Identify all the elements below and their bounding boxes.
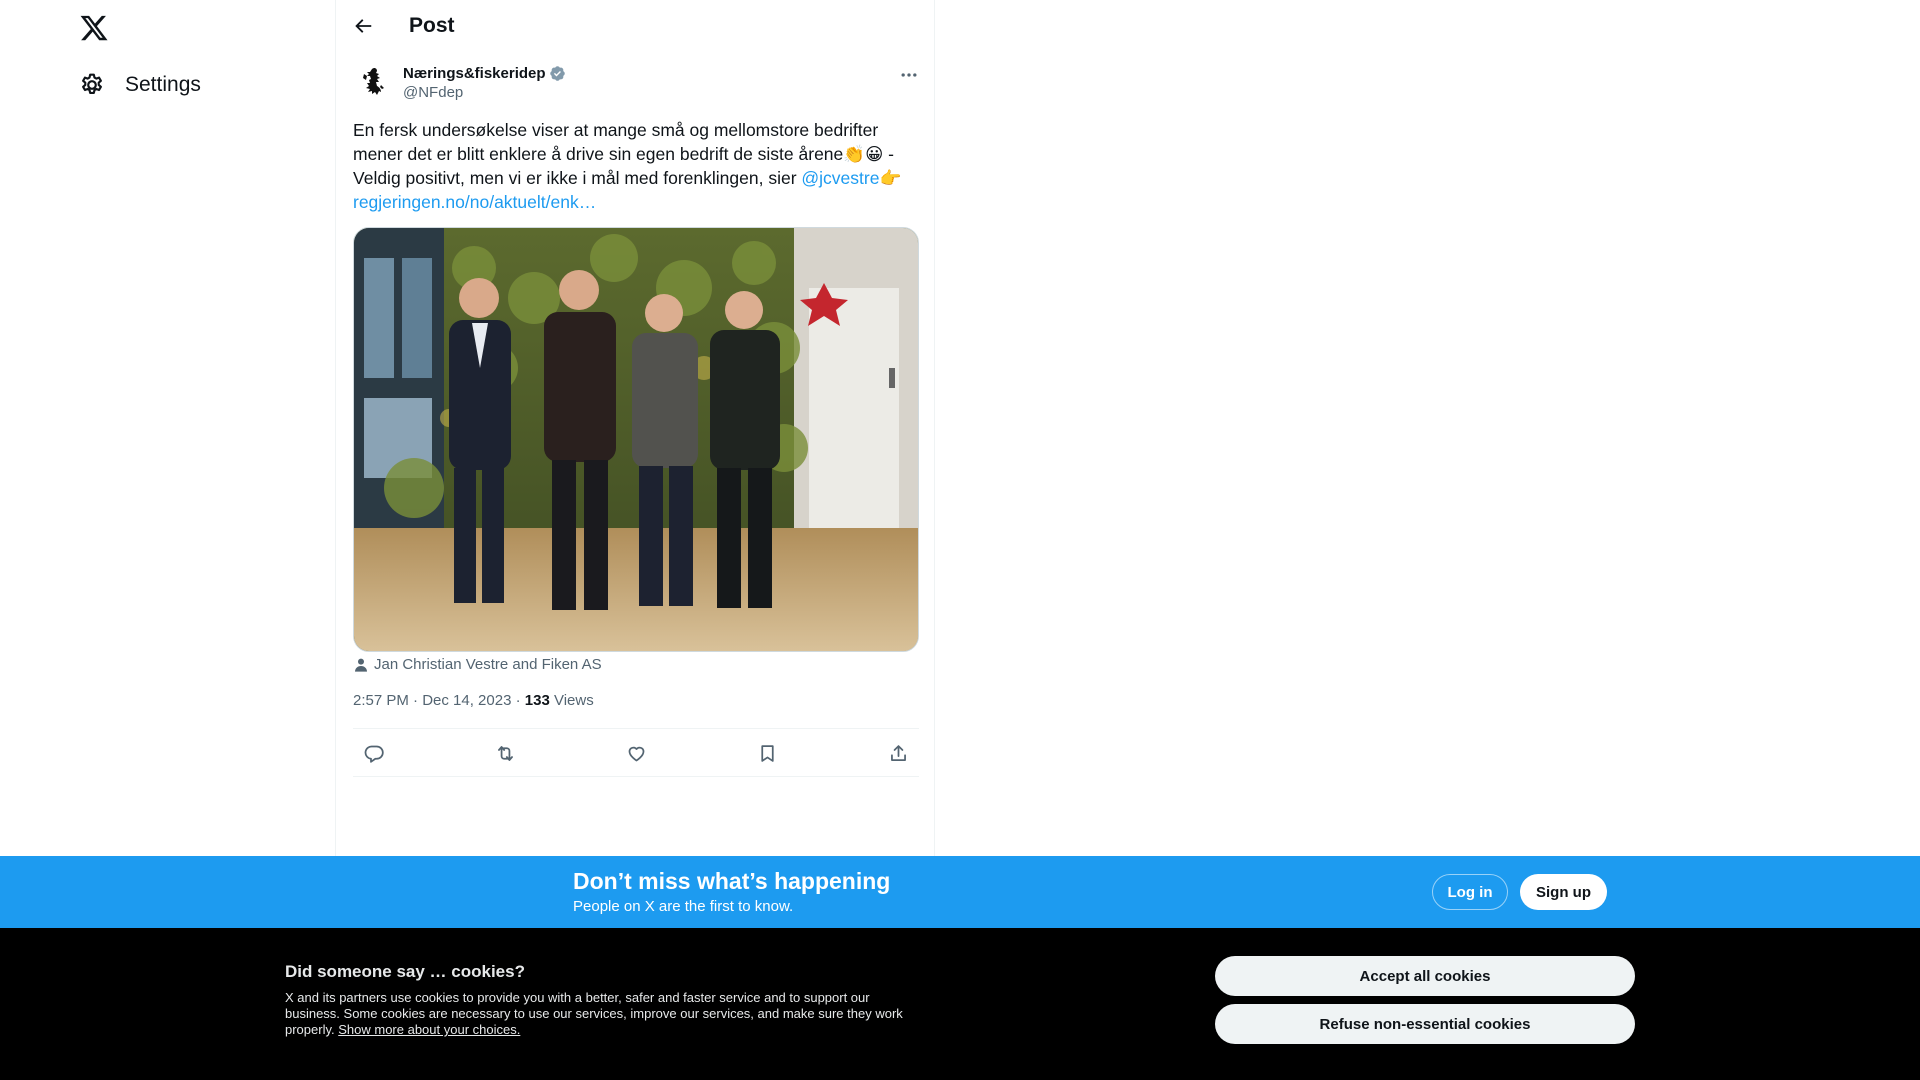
like-button[interactable]: [619, 736, 653, 770]
tweet-timestamp[interactable]: 2:57 PM · Dec 14, 2023: [353, 692, 511, 709]
pointing-emoji: 👉: [879, 168, 902, 188]
cookie-title: Did someone say … cookies?: [285, 962, 525, 981]
arrow-left-icon[interactable]: [352, 15, 374, 37]
bookmark-icon: [760, 744, 774, 762]
reply-icon: [364, 745, 384, 763]
post-header: Post: [336, 0, 934, 54]
refuse-cookies-button[interactable]: Refuse non-essential cookies: [1215, 1004, 1635, 1044]
accept-cookies-button[interactable]: Accept all cookies: [1215, 956, 1635, 996]
reply-button[interactable]: [357, 736, 391, 770]
article-link[interactable]: regjeringen.no/no/aktuelt/enk…: [353, 192, 596, 212]
banner-title: Don’t miss what’s happening: [573, 868, 891, 894]
views-count: 133: [524, 692, 550, 709]
tweet-author: Nærings&fiskeridep @NFdep: [353, 63, 566, 103]
x-logo-icon[interactable]: [79, 13, 109, 43]
author-names: Nærings&fiskeridep @NFdep: [403, 65, 566, 103]
mention-link[interactable]: @jcvestre: [801, 168, 879, 188]
tweet-text: En fersk undersøkelse viser at mange små…: [353, 118, 919, 214]
tweet-meta: 2:57 PM · Dec 14, 2023 · 133 Views: [353, 692, 594, 709]
share-icon: [890, 744, 906, 761]
photo-four-men-plant-wall: [354, 228, 918, 651]
bookmark-button[interactable]: [750, 736, 784, 770]
cookie-text: X and its partners use cookies to provid…: [285, 990, 915, 1038]
page-title: Post: [409, 14, 455, 37]
repost-button[interactable]: [488, 736, 522, 770]
divider: [353, 776, 919, 777]
norwegian-lion-crest-icon: [363, 67, 384, 95]
person-icon: [355, 658, 367, 672]
signup-button[interactable]: Sign up: [1520, 874, 1607, 910]
avatar[interactable]: [353, 63, 393, 103]
share-button[interactable]: [881, 736, 915, 770]
login-button[interactable]: Log in: [1432, 874, 1508, 910]
tweet-photo[interactable]: [353, 227, 919, 652]
display-name[interactable]: Nærings&fiskeridep: [403, 65, 566, 82]
settings-label: Settings: [125, 73, 201, 96]
repost-icon: [497, 745, 513, 761]
cookie-consent: Did someone say … cookies? X and its par…: [0, 928, 1920, 1080]
signup-banner: Don’t miss what’s happening People on X …: [0, 856, 1920, 928]
tweet-actions: [353, 729, 919, 777]
tagged-names: Jan Christian Vestre and Fiken AS: [374, 656, 602, 673]
display-name-text: Nærings&fiskeridep: [403, 65, 546, 82]
banner-subtitle: People on X are the first to know.: [573, 898, 794, 915]
cookie-more-link[interactable]: Show more about your choices.: [338, 1022, 520, 1037]
author-handle[interactable]: @NFdep: [403, 84, 566, 101]
tagged-people[interactable]: Jan Christian Vestre and Fiken AS: [353, 656, 602, 673]
settings-nav-item[interactable]: Settings: [79, 72, 201, 98]
meta-separator: ·: [511, 692, 525, 709]
heart-icon: [628, 746, 644, 761]
more-dots-icon[interactable]: [899, 65, 919, 85]
gear-icon: [82, 73, 102, 94]
verified-badge-icon: [549, 66, 565, 81]
views-label: Views: [553, 692, 594, 709]
